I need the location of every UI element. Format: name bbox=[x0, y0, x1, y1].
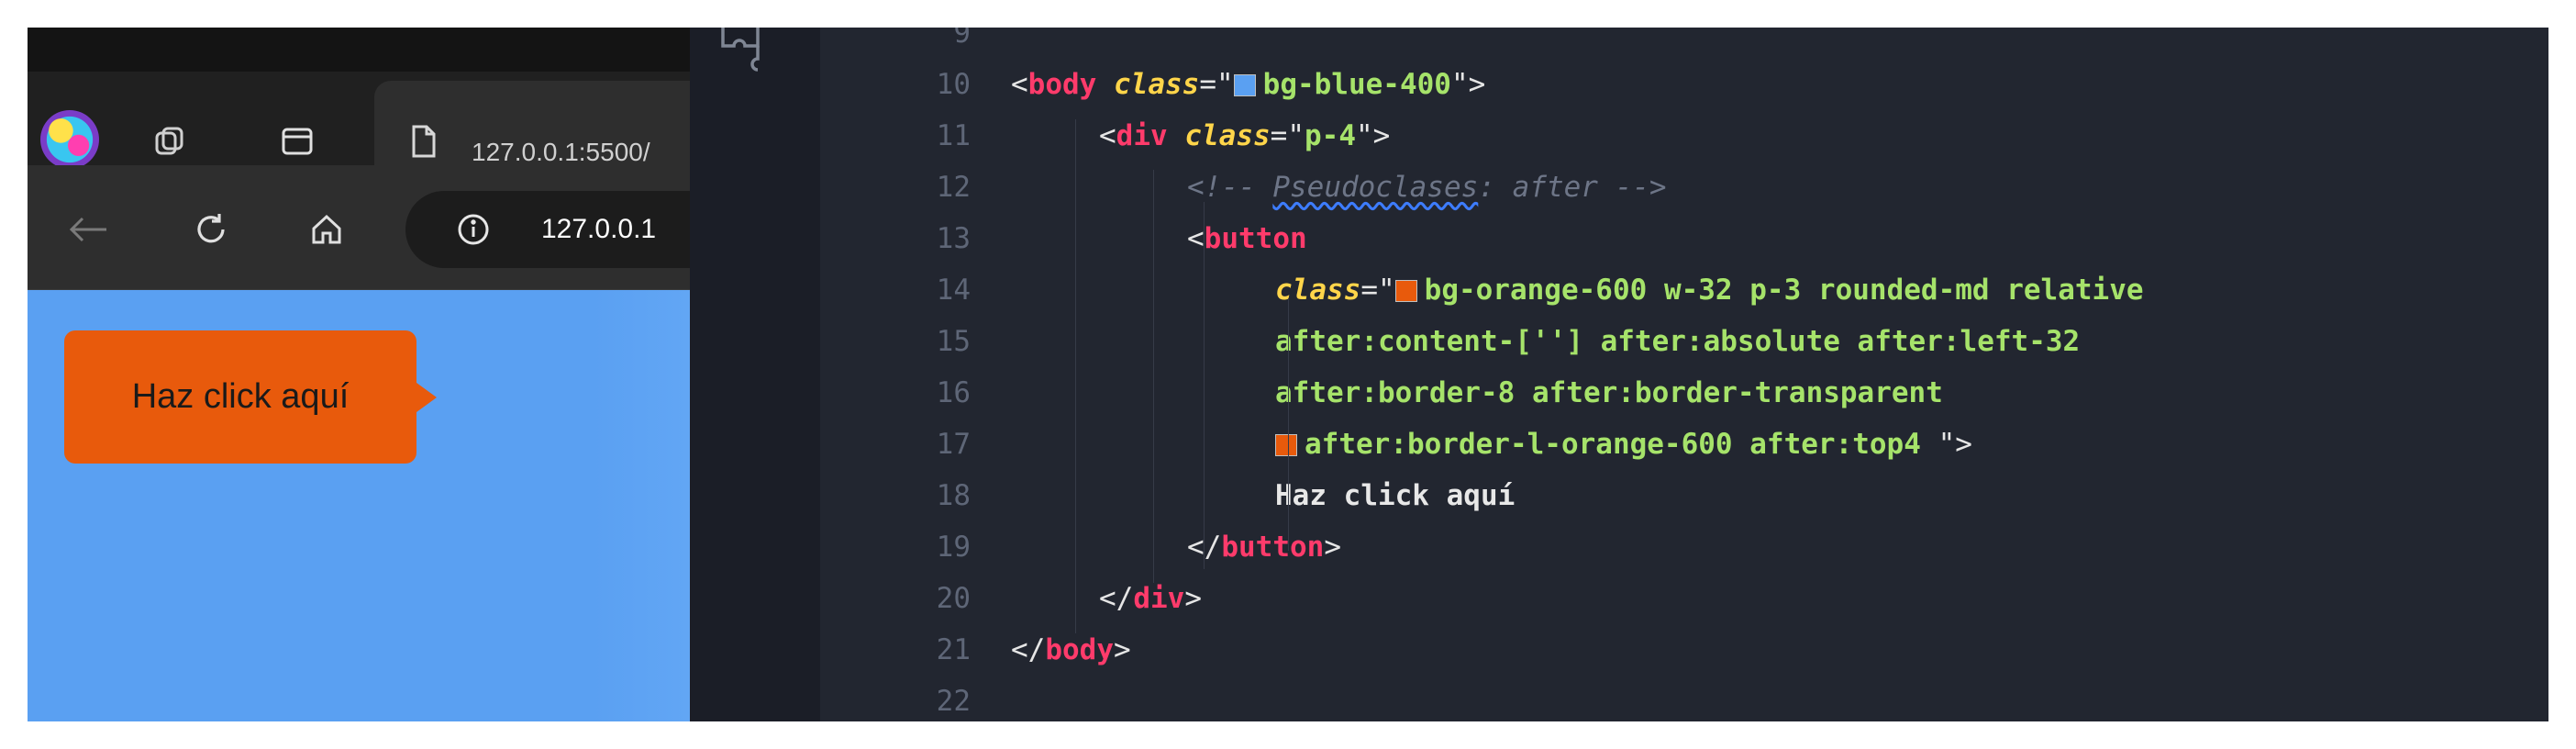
code-token: Haz click aquí bbox=[1275, 479, 1516, 512]
line-number: 21 bbox=[936, 633, 971, 666]
line-number: 22 bbox=[936, 685, 971, 718]
code-token: after:border-l-orange-600 after:top4 bbox=[1305, 428, 1938, 461]
color-swatch[interactable] bbox=[1233, 74, 1256, 96]
line-number: 9 bbox=[953, 28, 971, 50]
address-url[interactable]: 127.0.0.1 bbox=[541, 214, 656, 245]
line-number: 16 bbox=[936, 376, 971, 409]
code-line[interactable]: 9 bbox=[690, 28, 2548, 59]
code-token: > bbox=[1113, 633, 1131, 666]
code-token: body bbox=[1027, 68, 1097, 101]
line-number: 19 bbox=[936, 531, 971, 564]
code-line[interactable]: 13 <button bbox=[690, 213, 2548, 264]
code-line[interactable]: 14 class=" bg-orange-600 w-32 p-3 rounded-… bbox=[690, 264, 2548, 316]
indent-guide bbox=[1288, 298, 1289, 551]
code-line[interactable]: 12 <!-- Pseudoclases: after --> bbox=[690, 162, 2548, 213]
code-text: <button bbox=[1187, 213, 1307, 264]
code-token: p-4 bbox=[1305, 119, 1356, 152]
code-text: </button> bbox=[1187, 521, 1341, 573]
line-number: 18 bbox=[936, 479, 971, 512]
code-token: < bbox=[1187, 222, 1205, 255]
back-arrow-icon[interactable] bbox=[61, 206, 116, 253]
home-icon[interactable] bbox=[301, 204, 352, 255]
code-token: after:content-[''] after:absolute after:… bbox=[1275, 325, 2081, 358]
code-line[interactable]: 15 after:content-[''] after:absolute afte… bbox=[690, 316, 2548, 367]
code-token: bg-orange-600 w-32 p-3 rounded-md relati… bbox=[1424, 274, 2144, 307]
code-token: </ bbox=[1011, 633, 1046, 666]
code-line[interactable]: 21 </body> bbox=[690, 624, 2548, 676]
line-number: 14 bbox=[936, 274, 971, 307]
code-token: bg-blue-400 bbox=[1262, 68, 1451, 101]
line-number: 13 bbox=[936, 222, 971, 255]
code-text: class=" bg-orange-600 w-32 p-3 rounded-md… bbox=[1275, 264, 2144, 316]
browser-titlebar bbox=[28, 28, 690, 72]
code-token: class bbox=[1114, 68, 1200, 101]
code-line[interactable]: 10 <body class=" bg-blue-400"> bbox=[690, 59, 2548, 110]
browser-window: 127.0.0.1:5500/ 127.0.0.1 Haz click aquí bbox=[28, 28, 690, 721]
line-number: 10 bbox=[936, 68, 971, 101]
line-number: 20 bbox=[936, 582, 971, 615]
color-swatch[interactable] bbox=[1394, 280, 1417, 302]
code-token: < bbox=[1099, 119, 1116, 152]
code-token: div bbox=[1133, 582, 1185, 615]
code-token: : after --> bbox=[1478, 171, 1667, 204]
code-token: < bbox=[1011, 68, 1028, 101]
code-token: after:border-8 after:border-transparent bbox=[1275, 376, 1943, 409]
code-text: <!-- Pseudoclases: after --> bbox=[1187, 162, 1667, 213]
code-line[interactable]: 16 after:border-8 after:border-transparen… bbox=[690, 367, 2548, 419]
code-token: =" bbox=[1360, 274, 1395, 307]
code-line[interactable]: 19 </button> bbox=[690, 521, 2548, 573]
code-token: =" bbox=[1199, 68, 1234, 101]
line-number: 17 bbox=[936, 428, 971, 461]
code-text: after:border-l-orange-600 after:top4 "> bbox=[1275, 419, 1972, 470]
indent-guide bbox=[1075, 119, 1076, 633]
line-number: 11 bbox=[936, 119, 971, 152]
profile-avatar[interactable] bbox=[40, 110, 99, 169]
code-token: Pseudoclases bbox=[1272, 171, 1479, 204]
line-number: 12 bbox=[936, 171, 971, 204]
code-text: <body class=" bg-blue-400"> bbox=[1011, 59, 1485, 110]
code-line[interactable]: 20 </div> bbox=[690, 573, 2548, 624]
code-line[interactable]: 22 bbox=[690, 676, 2548, 721]
indent-guide bbox=[1204, 202, 1205, 569]
color-swatch[interactable] bbox=[1275, 434, 1297, 456]
code-token: =" bbox=[1270, 119, 1305, 152]
tab-title[interactable]: 127.0.0.1:5500/ bbox=[472, 138, 650, 167]
code-line[interactable]: 18 Haz click aquí bbox=[690, 470, 2548, 521]
code-token: "> bbox=[1938, 428, 1972, 461]
code-token: </ bbox=[1099, 582, 1134, 615]
code-token: class bbox=[1184, 119, 1271, 152]
code-text: Haz click aquí bbox=[1275, 470, 1515, 521]
code-text: after:border-8 after:border-transparent bbox=[1275, 367, 1943, 419]
code-text: after:content-[''] after:absolute after:… bbox=[1275, 316, 2080, 367]
code-token: "> bbox=[1356, 119, 1391, 152]
code-text: </div> bbox=[1099, 573, 1202, 624]
tab-view-icon[interactable] bbox=[272, 116, 323, 167]
code-token: > bbox=[1184, 582, 1202, 615]
page-icon bbox=[402, 116, 446, 167]
line-number: 15 bbox=[936, 325, 971, 358]
code-token: "> bbox=[1450, 68, 1486, 101]
haz-click-button[interactable]: Haz click aquí bbox=[64, 330, 416, 464]
code-token: > bbox=[1324, 531, 1341, 564]
code-token: button bbox=[1204, 222, 1307, 255]
code-line[interactable]: 11 <div class="p-4"> bbox=[690, 110, 2548, 162]
info-icon[interactable] bbox=[450, 206, 497, 253]
code-token: body bbox=[1045, 633, 1114, 666]
code-text: </body> bbox=[1011, 624, 1131, 676]
code-token: <!-- bbox=[1187, 171, 1273, 204]
code-token: div bbox=[1116, 119, 1168, 152]
code-token: button bbox=[1221, 531, 1325, 564]
code-line[interactable]: 17 after:border-l-orange-600 after:top4 "… bbox=[690, 419, 2548, 470]
collections-icon[interactable] bbox=[143, 116, 194, 167]
code-text: <div class="p-4"> bbox=[1099, 110, 1390, 162]
code-editor: 9 10 <body class=" bg-blue-400"> 11 <div clas… bbox=[690, 28, 2548, 721]
reload-icon[interactable] bbox=[185, 204, 237, 255]
indent-guide bbox=[1153, 170, 1154, 583]
